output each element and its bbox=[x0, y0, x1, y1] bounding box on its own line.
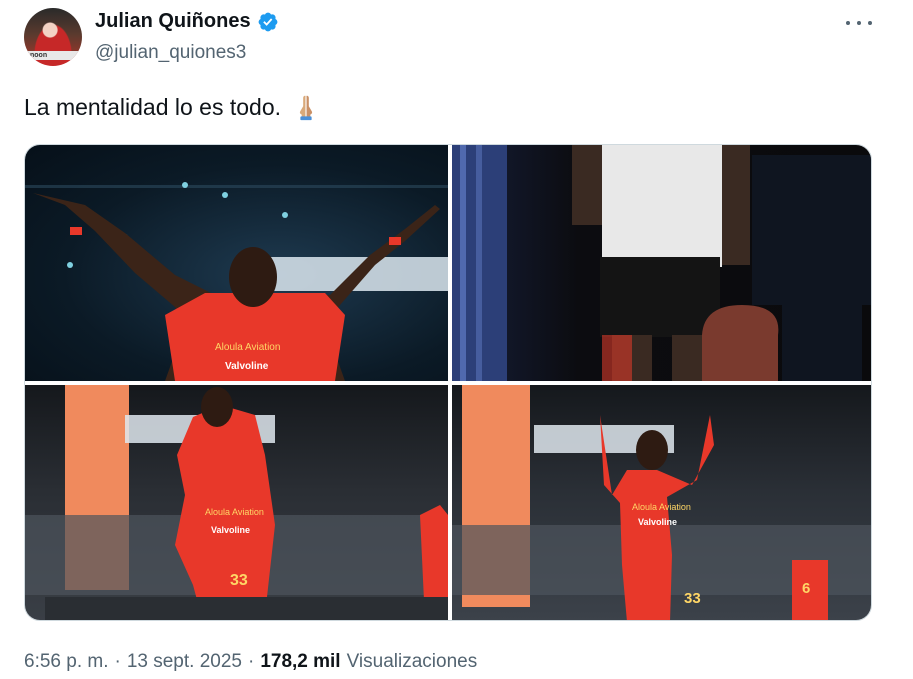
photo-2[interactable] bbox=[452, 145, 871, 381]
views-label: Visualizaciones bbox=[346, 651, 478, 672]
verified-badge-icon[interactable] bbox=[257, 11, 279, 33]
photo-3-scene: Aloula Aviation Valvoline 33 bbox=[25, 385, 448, 620]
author-handle[interactable]: @julian_quiones3 bbox=[95, 42, 246, 64]
tweet-text: La mentalidad lo es todo. bbox=[24, 92, 321, 122]
tweet-text-content: La mentalidad lo es todo. bbox=[24, 93, 282, 120]
jersey-number-4: 33 bbox=[684, 590, 701, 607]
photo-2-scene bbox=[452, 145, 871, 381]
photo-1[interactable]: Aloula Aviation Valvoline bbox=[25, 145, 448, 381]
folded-hands-icon bbox=[299, 95, 313, 121]
tweet-time[interactable]: 6:56 p. m. bbox=[24, 651, 109, 673]
background-player-number: 6 bbox=[802, 580, 810, 597]
jersey-sponsor-3: Aloula Aviation bbox=[205, 507, 264, 517]
meta-separator: · bbox=[114, 651, 121, 672]
jersey-sponsor-1: Aloula Aviation bbox=[215, 342, 280, 353]
media-grid: Aloula Aviation Valvoline Aloula Aviatio… bbox=[24, 144, 872, 621]
author-name-row: Julian Quiñones bbox=[95, 10, 279, 33]
photo-1-scene: Aloula Aviation Valvoline bbox=[25, 182, 448, 381]
jersey-sponsor-6: Valvoline bbox=[638, 517, 677, 527]
photo-3[interactable]: Aloula Aviation Valvoline 33 bbox=[25, 385, 448, 620]
jersey-sponsor-5: Aloula Aviation bbox=[632, 502, 691, 512]
author-avatar[interactable]: noon bbox=[24, 8, 82, 66]
meta-separator: · bbox=[247, 651, 255, 672]
avatar-sponsor-text: noon bbox=[24, 51, 82, 60]
tweet-date[interactable]: 13 sept. 2025 bbox=[127, 651, 242, 673]
author-display-name[interactable]: Julian Quiñones bbox=[95, 10, 251, 33]
photo-4-scene: Aloula Aviation Valvoline 33 6 bbox=[452, 385, 871, 620]
jersey-sponsor-4: Valvoline bbox=[211, 525, 250, 535]
jersey-sponsor-2: Valvoline bbox=[225, 361, 269, 372]
jersey-number-3: 33 bbox=[230, 572, 248, 589]
photo-4[interactable]: Aloula Aviation Valvoline 33 6 bbox=[452, 385, 871, 620]
views-count: 178,2 mil bbox=[260, 651, 341, 672]
more-options-icon[interactable] bbox=[846, 18, 872, 28]
tweet-meta: 6:56 p. m. · 13 sept. 2025 · 178,2 mil V… bbox=[24, 651, 477, 673]
